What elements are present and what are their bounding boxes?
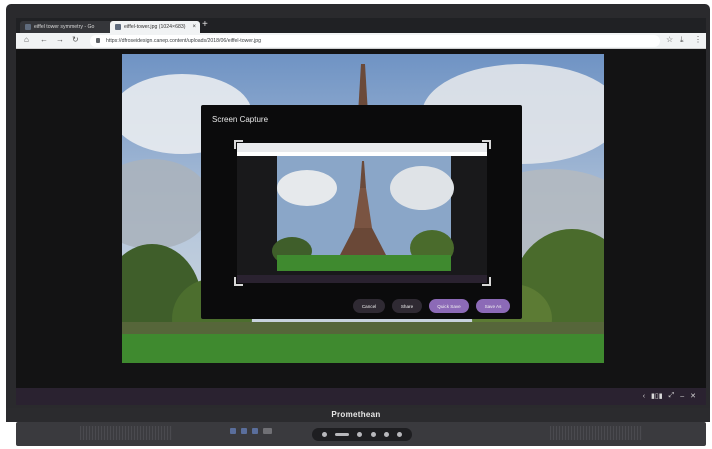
back-icon[interactable]: ← (40, 35, 48, 44)
browser-tabstrip: eiffel tower symmetry - Go × eiffel-towe… (16, 18, 706, 33)
usb-port-icon (263, 428, 272, 434)
port-icon (252, 428, 258, 434)
screen: eiffel tower symmetry - Go × eiffel-towe… (16, 18, 706, 405)
reload-icon[interactable]: ↻ (72, 35, 79, 44)
minimize-icon[interactable]: – (680, 393, 684, 400)
image-icon (115, 24, 121, 30)
volume-hw-button[interactable] (335, 433, 350, 436)
input-hw-button[interactable] (396, 432, 402, 437)
crop-corner-bottom-left[interactable] (234, 277, 243, 286)
close-tab-icon[interactable]: × (192, 21, 196, 33)
lock-icon (96, 38, 100, 43)
speaker-left (80, 426, 172, 440)
brand-logo: Promethean (331, 410, 381, 419)
fullscreen-icon[interactable]: ⤢ (669, 392, 675, 400)
port-icon (230, 428, 236, 434)
crop-corner-bottom-right[interactable] (482, 277, 491, 286)
close-icon[interactable]: ✕ (690, 392, 696, 400)
menu-hw-button[interactable] (383, 432, 389, 437)
crop-corner-top-left[interactable] (234, 140, 243, 149)
hardware-control-buttons[interactable] (312, 428, 412, 441)
home-icon[interactable]: ⌂ (24, 35, 29, 44)
crop-corner-top-right[interactable] (482, 140, 491, 149)
tab-title: eiffel tower symmetry - Go (34, 24, 95, 30)
home-hw-button[interactable] (370, 432, 376, 437)
quick-save-button[interactable]: Quick Save (429, 299, 469, 313)
chevron-left-icon[interactable]: ‹ (643, 393, 645, 400)
star-icon[interactable]: ☆ (666, 35, 673, 44)
port-icon (241, 428, 247, 434)
dialog-title: Screen Capture (212, 115, 269, 124)
back-hw-button[interactable] (322, 432, 328, 437)
split-icon[interactable]: ▮▯▮ (651, 392, 663, 400)
tab-title: eiffel-tower.jpg (1024×683) (124, 24, 186, 30)
screen-capture-dialog: Screen Capture Cancel Share Quick Save S… (201, 105, 522, 319)
menu-icon[interactable]: ⋮ (694, 35, 702, 44)
cancel-button[interactable]: Cancel (353, 299, 385, 313)
panel-taskbar (16, 388, 706, 405)
save-as-button[interactable]: Save As (476, 299, 510, 313)
power-hw-button[interactable] (357, 432, 363, 437)
share-button[interactable]: Share (392, 299, 422, 313)
new-tab-button[interactable]: + (202, 19, 208, 30)
front-ports (230, 428, 272, 434)
tab-image[interactable]: eiffel-tower.jpg (1024×683) × (110, 21, 200, 33)
panel-quick-menu: ‹ ▮▯▮ ⤢ – ✕ (643, 392, 696, 400)
download-icon[interactable]: ⤓ (680, 35, 684, 45)
tab-search[interactable]: eiffel tower symmetry - Go × (20, 21, 118, 33)
capture-preview (237, 143, 487, 283)
page-viewport: Screen Capture Cancel Share Quick Save S… (16, 49, 706, 405)
forward-icon[interactable]: → (56, 35, 64, 44)
speaker-right (550, 426, 642, 440)
address-url[interactable]: https://dfroseidesign.canep.content/uplo… (106, 35, 261, 47)
google-icon (25, 24, 31, 30)
